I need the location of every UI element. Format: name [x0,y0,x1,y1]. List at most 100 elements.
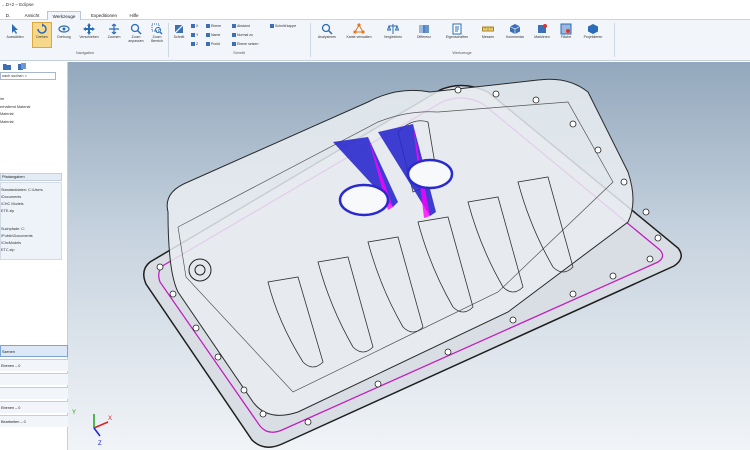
group-label-schnitt: Schnitt [233,51,245,55]
differenz-button[interactable]: Differenz [410,23,438,39]
ribbon-separator [310,23,311,57]
kommentar-button[interactable]: Kommentar [502,23,528,39]
schnitt-normal-zu[interactable]: Normal zu [232,33,253,38]
kante-verwalten-button[interactable]: Kante verwalten [342,23,376,39]
title-bar: ...D+2 – Eclipse [0,0,750,10]
schnitt-y[interactable]: Y [191,33,198,38]
left-panel: nach suchen > ire erhaltend Material Mat… [0,62,68,450]
zoom-icon [109,23,119,35]
tree-item[interactable]: erhaltend Material [0,105,30,109]
section-header-paths[interactable]: Pfadangaben [0,173,62,181]
zoom-bereich-button[interactable]: Zoom Bereich [148,23,166,43]
tree-search-input[interactable]: nach suchen > [0,72,56,80]
measure-icon [482,26,494,32]
path-line: \CHC Models [1,202,24,206]
axis-z-icon [191,42,195,47]
zoomen-button[interactable]: Zoomen [104,23,124,39]
paths-box: Standarddaten: C:\Users \Documents \CHC … [0,182,62,260]
mark-icon [538,24,547,33]
magnifier-icon [130,23,142,35]
drain-plug [188,258,212,282]
messen-button[interactable]: Messen [476,23,500,39]
markieren-button[interactable]: Markieren [530,23,554,39]
network-icon [353,23,365,34]
section-icon [173,23,185,35]
tab-werkzeuge[interactable]: Werkzeuge [47,11,81,20]
axis-label-z: Z [98,441,102,447]
panel-row[interactable] [0,373,68,385]
balance-icon [387,24,399,34]
tree-item[interactable]: Material [0,112,14,116]
analyze-icon [321,23,333,35]
schnitt-ebene[interactable]: Ebene [206,24,221,29]
group-label-navigation: Navigation [76,51,94,55]
port-ring-right [406,158,454,190]
schnitt-kappe[interactable]: Schnitt kappe [270,24,296,29]
auswaehlen-button[interactable]: Auswählen [4,23,26,39]
name-icon [206,33,210,38]
panel-row-szenen[interactable]: Szenen [0,345,68,357]
path-line: \Public\Documents [1,234,33,238]
analysieren-button[interactable]: Analysieren [314,23,340,39]
set-plane-icon [232,42,236,47]
tab-hilfe[interactable]: Hilfe [126,11,142,20]
path-line: Standarddaten: C:\Users [1,188,43,192]
tree-item[interactable]: Material [0,120,14,124]
eigenschaften-button[interactable]: Eigenschaften [440,23,474,39]
zoom-anpassen-button[interactable]: Zoom anpassen [126,23,146,43]
schnitt-button[interactable]: Schnitt [171,23,187,39]
3d-viewport[interactable]: Y X Z [68,62,750,450]
path-line: ETE.zip [1,209,15,213]
oil-pan-model[interactable]: Y X Z [68,62,750,450]
path-line: \Documents [1,195,22,199]
vergleichen-button[interactable]: Vergleichen [378,23,408,39]
schnitt-ebene-setzen[interactable]: Ebene setzen [232,42,258,47]
drehung-button[interactable]: Drehung [54,23,74,39]
tab-d[interactable]: D. [0,11,16,20]
axis-triad: Y X Z [72,410,112,447]
path-line: ETC.zip [1,248,15,252]
group-label-werkzeuge: Werkzeuge [452,51,472,55]
panel-row[interactable] [0,387,68,399]
project-icon [588,24,598,34]
schnitt-punkt[interactable]: Punkt [206,42,220,47]
flaeche-button[interactable]: Fläche [556,23,576,39]
axis-label-x: X [108,416,112,422]
zoom-area-icon [151,23,163,35]
menu-bar: D. Ansicht Werkzeuge Expeditionen Hilfe [0,10,750,20]
copy-icon[interactable] [18,63,26,70]
tab-expeditionen[interactable]: Expeditionen [85,11,123,20]
cursor-icon [12,24,18,34]
cap-icon [270,24,274,29]
path-line: \ChcModels [1,241,22,245]
folder-icon[interactable] [3,63,11,70]
axis-label-y: Y [72,410,76,416]
axis-y-icon [191,33,195,38]
drehen-button[interactable]: Drehen [32,22,52,48]
point-icon [206,42,210,47]
schnitt-z[interactable]: Z [191,42,198,47]
path-line: Suchpfade: C: [1,227,26,231]
projektieren-button[interactable]: Projektieren [578,23,608,39]
schnitt-x[interactable]: X [191,24,198,29]
panel-row-ebenen[interactable]: Ebenen – 0 [0,359,68,371]
panel-row-ebenen-2[interactable]: Ebenen – 0 [0,401,68,413]
ribbon: Auswählen Drehen Drehung Verschieben Zoo… [0,20,750,61]
cube-icon [509,24,521,34]
window-title: ...D+2 – Eclipse [2,2,34,7]
diff-icon [419,25,429,33]
tree-item[interactable]: ire [0,97,4,101]
surface-icon [560,23,572,35]
panel-row-bearbeiten[interactable]: Bearbeiten – 0 [0,415,68,427]
port-ring-left [338,183,390,217]
distance-icon [232,24,236,29]
schnitt-abstand[interactable]: Abstand [232,24,250,29]
normal-icon [232,33,236,38]
verschieben-button[interactable]: Verschieben [77,23,101,39]
properties-icon [452,23,462,35]
move-icon [83,23,95,35]
schnitt-name[interactable]: Name [206,33,220,38]
ribbon-separator [168,23,169,57]
plane-icon [206,24,210,29]
tab-ansicht[interactable]: Ansicht [20,11,44,20]
